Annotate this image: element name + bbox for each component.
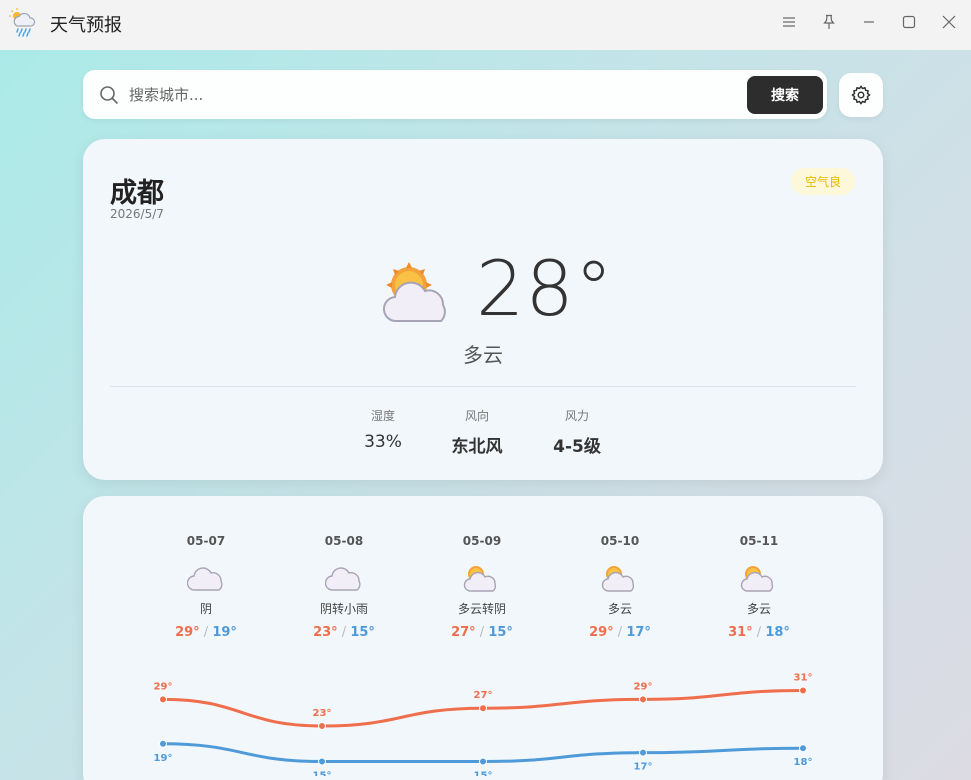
pin-icon bbox=[823, 14, 835, 29]
forecast-low: 17° bbox=[626, 625, 651, 640]
humidity-label: 湿度 bbox=[370, 409, 395, 423]
low-temp-label: 15° bbox=[313, 771, 332, 776]
city-name: 成都 bbox=[110, 178, 164, 209]
forecast-card: 05-07 阴 29° / 19° 05-08 阴转小雨 23° / 15° 0… bbox=[83, 496, 883, 780]
partly-cloudy-icon bbox=[601, 566, 635, 592]
high-temp-point bbox=[639, 695, 647, 704]
maximize-button[interactable] bbox=[898, 11, 920, 33]
search-bar: 搜索 bbox=[83, 70, 827, 119]
search-icon bbox=[100, 86, 118, 104]
close-icon bbox=[942, 15, 956, 29]
low-temp-point bbox=[799, 744, 807, 753]
forecast-high: 31° bbox=[728, 625, 753, 640]
search-input[interactable] bbox=[129, 80, 729, 110]
high-temp-label: 31° bbox=[794, 672, 813, 683]
minimize-icon bbox=[864, 21, 874, 23]
forecast-day[interactable]: 05-08 阴转小雨 23° / 15° bbox=[284, 534, 404, 640]
forecast-date: 05-10 bbox=[600, 534, 640, 548]
wind-direction-stat: 风向 东北风 bbox=[437, 407, 517, 457]
forecast-day[interactable]: 05-11 多云 31° / 18° bbox=[699, 534, 819, 640]
current-temperature: 28° bbox=[476, 244, 614, 333]
low-temp-point bbox=[479, 757, 487, 766]
forecast-condition: 阴 bbox=[199, 602, 212, 616]
low-temp-label: 17° bbox=[634, 762, 653, 773]
forecast-low: 15° bbox=[350, 625, 375, 640]
forecast-condition: 多云 bbox=[607, 602, 632, 616]
wind-direction-value: 东北风 bbox=[451, 437, 503, 457]
wind-direction-label: 风向 bbox=[464, 409, 489, 423]
high-temp-label: 23° bbox=[313, 708, 332, 719]
low-temp-point bbox=[159, 739, 167, 748]
partly-cloudy-icon bbox=[383, 262, 446, 323]
low-temp-point bbox=[318, 757, 326, 766]
low-temp-label: 18° bbox=[794, 757, 813, 768]
current-date: 2026/5/7 bbox=[110, 207, 164, 221]
pin-button[interactable] bbox=[818, 11, 840, 33]
title-bar: 天气预报 bbox=[0, 0, 971, 50]
low-temp-label: 15° bbox=[474, 771, 493, 776]
humidity-stat: 湿度 33% bbox=[348, 407, 418, 452]
forecast-condition: 多云转阴 bbox=[457, 602, 506, 616]
temperature-trend-chart: 29° 23° 27° 29° 31° 19° 15° 15° 17° 18° bbox=[154, 672, 813, 776]
cloud-icon bbox=[325, 567, 361, 591]
forecast-day[interactable]: 05-09 多云转阴 27° / 15° bbox=[422, 534, 542, 640]
window-title: 天气预报 bbox=[50, 15, 122, 36]
current-weather-card: 成都 2026/5/7 空气良 28° 多云 湿度 33% 风向 东北风 风力 … bbox=[83, 139, 883, 480]
forecast-high: 29° bbox=[175, 625, 200, 640]
forecast-day[interactable]: 05-10 多云 29° / 17° bbox=[560, 534, 680, 640]
wind-force-stat: 风力 4-5级 bbox=[537, 407, 617, 457]
weather-app-icon bbox=[9, 8, 36, 37]
high-temp-label: 27° bbox=[474, 690, 493, 701]
forecast-low: 19° bbox=[212, 625, 237, 640]
forecast-low: 15° bbox=[488, 625, 513, 640]
air-quality-badge: 空气良 bbox=[791, 168, 855, 195]
forecast-day[interactable]: 05-07 阴 29° / 19° bbox=[146, 534, 266, 640]
forecast-date: 05-08 bbox=[324, 534, 364, 548]
low-temp-label: 19° bbox=[154, 753, 173, 764]
forecast-date: 05-11 bbox=[739, 534, 779, 548]
high-temp-point bbox=[318, 722, 326, 730]
search-button[interactable]: 搜索 bbox=[747, 76, 823, 114]
partly-cloudy-icon bbox=[740, 566, 774, 592]
menu-button[interactable] bbox=[778, 11, 800, 33]
wind-force-value: 4-5级 bbox=[553, 437, 601, 457]
low-temp-point bbox=[639, 748, 647, 757]
gear-icon bbox=[851, 85, 871, 105]
forecast-condition: 阴转小雨 bbox=[319, 602, 368, 616]
forecast-date: 05-07 bbox=[186, 534, 226, 548]
high-temp-point bbox=[159, 695, 167, 704]
forecast-condition: 多云 bbox=[746, 602, 771, 616]
forecast-high: 29° bbox=[589, 625, 614, 640]
forecast-high: 27° bbox=[451, 625, 476, 640]
maximize-icon bbox=[902, 15, 916, 29]
forecast-high: 23° bbox=[313, 625, 338, 640]
high-temp-label: 29° bbox=[634, 681, 653, 692]
wind-force-label: 风力 bbox=[564, 409, 589, 423]
current-condition: 多云 bbox=[463, 343, 503, 367]
partly-cloudy-icon bbox=[463, 566, 497, 592]
high-temp-point bbox=[799, 686, 807, 695]
cloud-icon bbox=[187, 567, 223, 591]
humidity-value: 33% bbox=[364, 432, 402, 452]
divider bbox=[110, 386, 856, 387]
forecast-date: 05-09 bbox=[462, 534, 502, 548]
settings-button[interactable] bbox=[839, 73, 883, 117]
high-temp-label: 29° bbox=[154, 681, 173, 692]
forecast-low: 18° bbox=[765, 625, 790, 640]
high-temp-point bbox=[479, 704, 487, 713]
menu-icon bbox=[783, 17, 795, 27]
close-button[interactable] bbox=[938, 11, 960, 33]
minimize-button[interactable] bbox=[858, 11, 880, 33]
